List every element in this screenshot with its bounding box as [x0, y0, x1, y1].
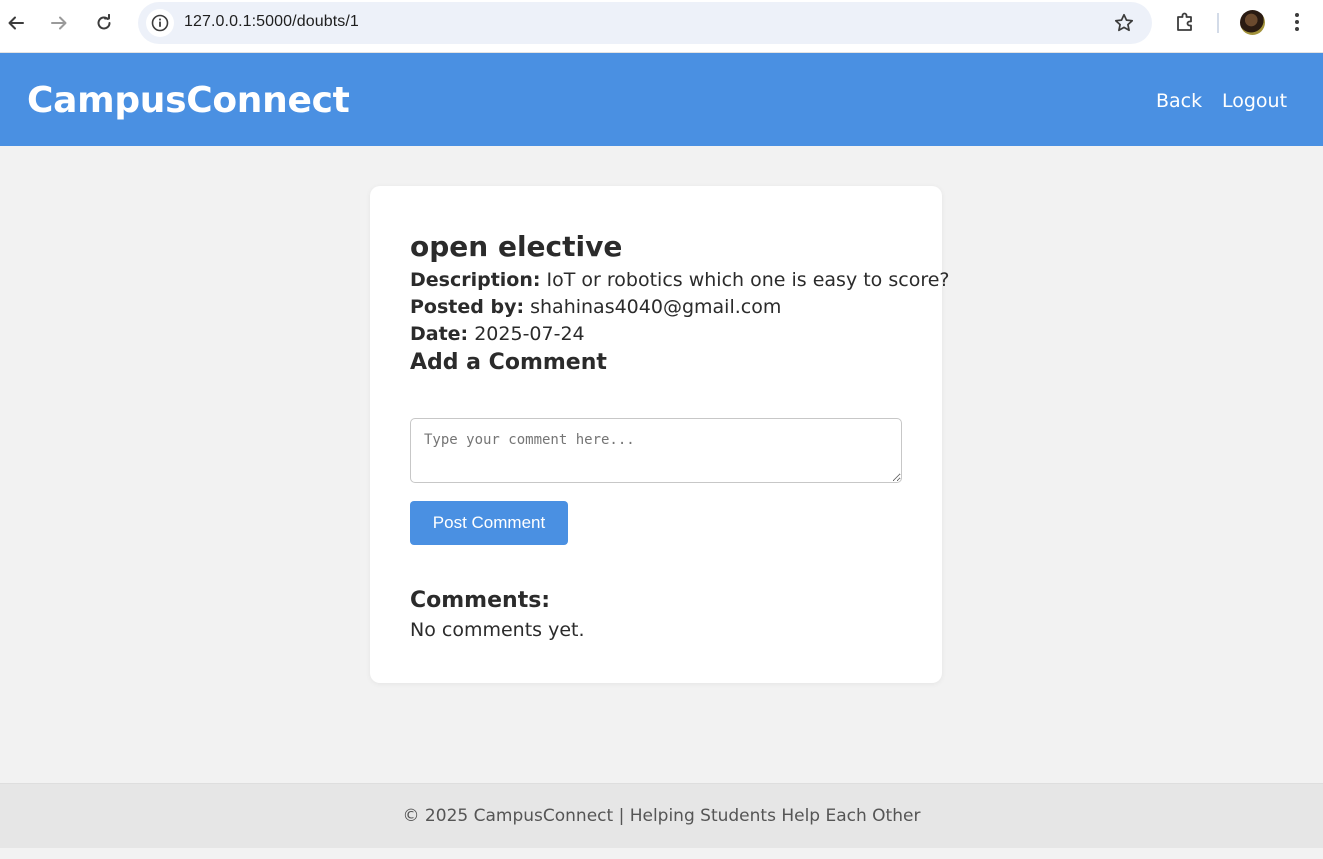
- nav-back-link[interactable]: Back: [1156, 90, 1202, 112]
- doubt-description: Description: IoT or robotics which one i…: [410, 269, 949, 291]
- browser-toolbar: 127.0.0.1:5000/doubts/1: [0, 0, 1323, 53]
- posted-by-value: shahinas4040@gmail.com: [530, 296, 782, 318]
- reload-icon[interactable]: [90, 9, 118, 37]
- site-footer: © 2025 CampusConnect | Helping Students …: [0, 783, 1323, 848]
- description-value: IoT or robotics which one is easy to sco…: [546, 269, 950, 291]
- site-header: CampusConnect Back Logout: [0, 53, 1323, 146]
- brand-logo-text[interactable]: CampusConnect: [27, 80, 350, 121]
- doubt-title: open elective: [410, 230, 623, 263]
- url-text[interactable]: 127.0.0.1:5000/doubts/1: [184, 13, 359, 31]
- more-menu-icon[interactable]: [1285, 9, 1309, 35]
- posted-by-label: Posted by:: [410, 296, 525, 318]
- back-arrow-icon[interactable]: [2, 9, 30, 37]
- footer-text: © 2025 CampusConnect | Helping Students …: [402, 806, 921, 826]
- no-comments-message: No comments yet.: [410, 619, 585, 641]
- address-bar[interactable]: 127.0.0.1:5000/doubts/1: [138, 2, 1152, 44]
- comments-heading: Comments:: [410, 588, 551, 613]
- toolbar-divider: [1217, 13, 1219, 33]
- comment-input[interactable]: [410, 418, 902, 483]
- extensions-icon[interactable]: [1172, 9, 1198, 35]
- forward-arrow-icon[interactable]: [45, 9, 73, 37]
- profile-avatar[interactable]: [1240, 10, 1265, 35]
- date-label: Date:: [410, 323, 469, 345]
- post-comment-button[interactable]: Post Comment: [410, 501, 568, 545]
- nav-logout-link[interactable]: Logout: [1222, 90, 1287, 112]
- doubt-card: open elective Description: IoT or roboti…: [370, 186, 949, 683]
- site-info-icon[interactable]: [146, 9, 174, 37]
- add-comment-heading: Add a Comment: [410, 350, 607, 375]
- description-label: Description:: [410, 269, 541, 291]
- doubt-posted-by: Posted by: shahinas4040@gmail.com: [410, 296, 781, 318]
- bookmark-star-icon[interactable]: [1112, 11, 1136, 35]
- date-value: 2025-07-24: [474, 323, 585, 345]
- doubt-date: Date: 2025-07-24: [410, 323, 585, 345]
